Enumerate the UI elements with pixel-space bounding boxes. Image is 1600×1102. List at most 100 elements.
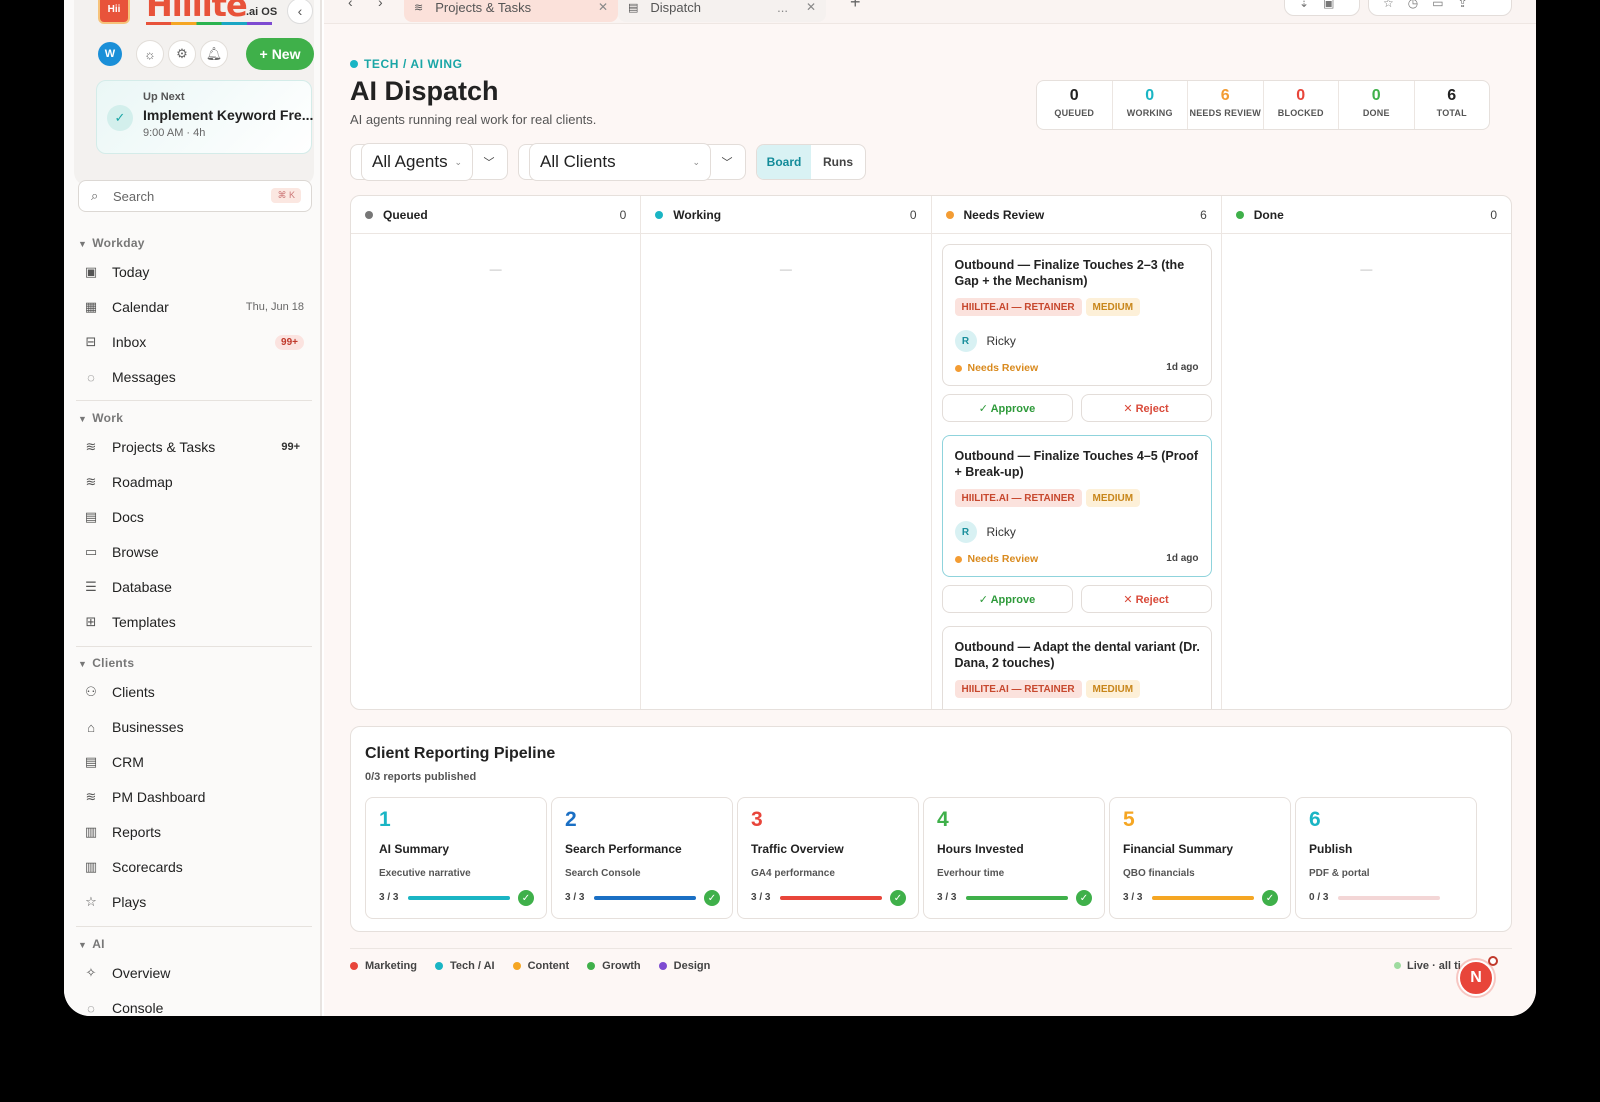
sidebar-item-reports[interactable]: ▥ Reports — [82, 817, 304, 847]
tab-more[interactable]: ... — [777, 0, 788, 15]
sidebar-item-templates[interactable]: ⊞ Templates — [82, 607, 304, 637]
close-icon[interactable]: ✕ — [806, 0, 816, 14]
view-board-button[interactable]: Board — [757, 145, 811, 179]
task-card[interactable]: Outbound — Finalize Touches 2–3 (the Gap… — [941, 244, 1212, 386]
agent-dropdown-button[interactable]: ﹀ — [471, 145, 507, 179]
forward-button[interactable]: › — [378, 0, 383, 10]
new-tab-button[interactable]: + — [850, 0, 861, 13]
pipeline-step[interactable]: 5 Financial Summary QBO financials 3 / 3 ✓ — [1109, 797, 1291, 919]
panel-icon[interactable]: ▣ — [1323, 0, 1334, 10]
approve-button[interactable]: ✓ Approve — [941, 394, 1073, 422]
approve-button[interactable]: ✓ Approve — [941, 585, 1073, 613]
legend-label: Tech / AI — [449, 960, 495, 972]
client-select[interactable]: All Clients ⌄ — [529, 143, 711, 181]
legend-item[interactable]: Design — [658, 960, 710, 972]
assignee-name: Ricky — [986, 334, 1016, 348]
sidebar-item-label: CRM — [112, 754, 144, 770]
sidebar-item-console[interactable]: ◌ Console — [82, 993, 304, 1016]
section-workday[interactable]: ▼ Workday — [78, 236, 145, 250]
sidebar-item-label: Roadmap — [112, 474, 173, 490]
stat-blocked[interactable]: 0 BLOCKED — [1264, 81, 1339, 129]
sidebar-item-label: Scorecards — [112, 859, 183, 875]
sidebar-item-clients[interactable]: ⚇ Clients — [82, 677, 304, 707]
collapse-sidebar-button[interactable]: ‹ — [287, 0, 313, 24]
priority-tag: MEDIUM — [1085, 489, 1141, 507]
theme-toggle-button[interactable]: ☼ — [136, 40, 164, 68]
stat-working[interactable]: 0 WORKING — [1113, 81, 1188, 129]
legend-item[interactable]: Growth — [587, 960, 641, 972]
sidebar-item-projects[interactable]: ≋ Projects & Tasks 99+ — [82, 432, 304, 462]
sidebar-item-label: Plays — [112, 894, 147, 910]
pipeline-step[interactable]: 3 Traffic Overview GA4 performance 3 / 3 ✓ — [737, 797, 919, 919]
back-button[interactable]: ‹ — [348, 0, 353, 10]
avatar: R — [954, 521, 977, 543]
reject-button[interactable]: ✕ Reject — [1080, 394, 1212, 422]
sidebar-item-label: Clients — [112, 684, 155, 700]
user-avatar[interactable]: W — [98, 42, 122, 66]
download-icon[interactable]: ⇣ — [1299, 0, 1309, 10]
close-icon[interactable]: ✕ — [598, 0, 608, 14]
sidebar-item-messages[interactable]: ◌ Messages — [82, 362, 304, 392]
sidebar-item-browse[interactable]: ▭ Browse — [82, 537, 304, 567]
sidebar-item-pm-dashboard[interactable]: ≋ PM Dashboard — [82, 782, 304, 812]
column-needs-review: Needs Review 6 Outbound — Finalize Touche… — [931, 196, 1222, 709]
stat-value: 0 — [1145, 87, 1155, 104]
client-dropdown-button[interactable]: ﹀ — [709, 145, 745, 179]
window-icon[interactable]: ▭ — [1432, 0, 1443, 10]
stat-queued[interactable]: 0 QUEUED — [1037, 81, 1113, 129]
legend-label: Content — [527, 960, 570, 972]
stat-needs-review[interactable]: 6 NEEDS REVIEW — [1188, 81, 1264, 129]
pipeline-step[interactable]: 4 Hours Invested Everhour time 3 / 3 ✓ — [923, 797, 1105, 919]
sidebar-item-scorecards[interactable]: ▥ Scorecards — [82, 852, 304, 882]
column-header: Done 0 — [1221, 196, 1511, 234]
agent-select[interactable]: All Agents ⌄ — [361, 143, 473, 181]
progress-bar — [780, 896, 882, 900]
notifications-button[interactable]: 🔔︎ — [200, 40, 228, 68]
legend-item[interactable]: Marketing — [350, 960, 417, 972]
settings-button[interactable]: ⚙ — [168, 40, 196, 68]
layers-icon: ≋ — [85, 439, 97, 454]
assistant-button[interactable]: N — [1458, 960, 1494, 996]
sidebar-item-plays[interactable]: ☆ Plays — [82, 887, 304, 917]
section-clients[interactable]: ▼ Clients — [78, 656, 134, 670]
sidebar-item-roadmap[interactable]: ≋ Roadmap — [82, 467, 304, 497]
stat-total[interactable]: 6 TOTAL — [1415, 81, 1490, 129]
sidebar-item-businesses[interactable]: ⌂ Businesses — [82, 712, 304, 742]
clock-icon[interactable]: ◷ — [1408, 0, 1418, 10]
pipeline-step[interactable]: 1 AI Summary Executive narrative 3 / 3 ✓ — [365, 797, 547, 919]
stat-done[interactable]: 0 DONE — [1339, 81, 1415, 129]
section-ai[interactable]: ▼ AI — [78, 937, 105, 951]
new-button[interactable]: + New — [246, 38, 314, 70]
chevron-left-icon: ‹ — [297, 3, 303, 19]
star-icon[interactable]: ☆ — [1383, 0, 1394, 10]
sidebar-item-today[interactable]: ▣ Today — [82, 257, 304, 287]
client-tag: HIILITE.AI — RETAINER — [954, 680, 1082, 698]
sidebar-item-crm[interactable]: ▤ CRM — [82, 747, 304, 777]
sidebar-item-overview[interactable]: ✧ Overview — [82, 958, 304, 988]
reject-button[interactable]: ✕ Reject — [1080, 585, 1212, 613]
stat-value: 0 — [1296, 87, 1306, 104]
pipeline-step[interactable]: 6 Publish PDF & portal 0 / 3 — [1295, 797, 1477, 919]
search-placeholder: Search — [113, 189, 155, 204]
sidebar-item-inbox[interactable]: ⊟ Inbox 99+ — [82, 327, 304, 357]
tab-dispatch[interactable]: ▤ Dispatch ... ✕ — [618, 0, 826, 22]
pipeline-step[interactable]: 2 Search Performance Search Console 3 / 3 ✓ — [551, 797, 733, 919]
card-title: Outbound — Finalize Touches 2–3 (the Gap… — [954, 258, 1185, 288]
sidebar-item-database[interactable]: ☰ Database — [82, 572, 304, 602]
sidebar-item-docs[interactable]: ▤ Docs — [82, 502, 304, 532]
section-work[interactable]: ▼ Work — [78, 411, 123, 425]
sidebar-item-calendar[interactable]: ▦ Calendar Thu, Jun 18 — [82, 292, 304, 322]
up-next-card[interactable]: ✓ Up Next Implement Keyword Fre... 9:00 … — [96, 80, 313, 154]
legend-dot — [350, 962, 358, 970]
tab-projects-tasks[interactable]: ≋ Projects & Tasks ✕ — [404, 0, 618, 22]
search-input[interactable]: ⌕ Search ⌘ K — [78, 180, 312, 212]
task-card[interactable]: Outbound — Finalize Touches 4–5 (Proof +… — [941, 435, 1212, 577]
card-title: Outbound — Finalize Touches 4–5 (Proof +… — [954, 449, 1199, 479]
task-card[interactable]: Outbound — Adapt the dental variant (Dr.… — [941, 626, 1212, 709]
view-runs-button[interactable]: Runs — [811, 145, 865, 179]
legend-item[interactable]: Content — [512, 960, 570, 972]
share-icon[interactable]: ⇪ — [1458, 0, 1468, 10]
legend-item[interactable]: Tech / AI — [434, 960, 495, 972]
message-icon: ◌ — [87, 369, 95, 385]
sidebar-item-label: Projects & Tasks — [112, 439, 216, 455]
